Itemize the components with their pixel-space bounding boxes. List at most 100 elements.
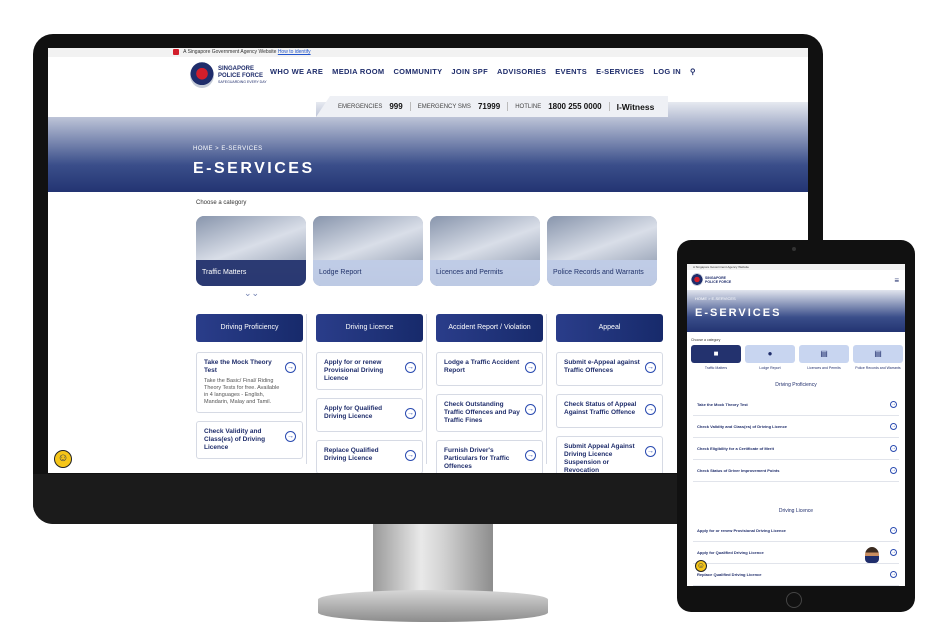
breadcrumb[interactable]: HOME > E-SERVICES <box>695 296 736 301</box>
service-item[interactable]: Check Outstanding Traffic Offences and P… <box>436 394 543 432</box>
chevron-down-icon: ⌄⌄ <box>244 288 260 298</box>
spf-logo[interactable]: SINGAPORE POLICE FORCE <box>691 273 731 286</box>
tab-driving-licence[interactable]: Driving Licence <box>316 314 423 342</box>
tablet-device: A Singapore Government Agency Website SI… <box>677 240 915 612</box>
tab-accident-report[interactable]: Accident Report / Violation <box>436 314 543 342</box>
category-police-records[interactable]: Police Records and Warrants <box>547 216 657 286</box>
service-item[interactable]: Submit e-Appeal against Traffic Offences… <box>556 352 663 386</box>
chatbot-smiley-icon[interactable]: ☺ <box>54 450 72 468</box>
lion-head-icon <box>173 48 179 55</box>
document-icon: ▤ <box>799 345 849 363</box>
arrow-right-icon: → <box>285 362 296 373</box>
page-title: E-SERVICES <box>193 160 315 177</box>
search-icon[interactable]: ⚲ <box>690 67 696 76</box>
nav-e-services[interactable]: E-SERVICES <box>596 67 644 76</box>
category-licences-permits[interactable]: ▤ Licences and Permits <box>799 345 849 370</box>
category-traffic-matters[interactable]: Traffic Matters <box>196 216 306 286</box>
service-item[interactable]: Check Status of Appeal Against Traffic O… <box>556 394 663 428</box>
category-lodge-report[interactable]: Lodge Report <box>313 216 423 286</box>
category-police-records[interactable]: ▤ Police Records and Warrants <box>853 345 903 370</box>
page-title: E-SERVICES <box>695 307 782 319</box>
arrow-right-icon: → <box>405 450 416 461</box>
spf-crest-icon <box>691 273 703 286</box>
tab-driving-proficiency[interactable]: Driving Proficiency <box>196 314 303 342</box>
tablet-screen: A Singapore Government Agency Website SI… <box>687 264 905 586</box>
arrow-right-icon: → <box>525 362 536 373</box>
section-driving-licence: Driving Licence <box>778 508 814 514</box>
arrow-right-icon: → <box>525 404 536 415</box>
hamburger-menu-icon[interactable]: ≡ <box>894 276 899 285</box>
arrow-right-icon: → <box>405 362 416 373</box>
service-item[interactable]: Check Validity and Class(es) of Driving … <box>196 421 303 459</box>
list-item[interactable]: Apply for or renew Provisional Driving L… <box>693 520 899 542</box>
service-item[interactable]: Apply for Qualified Driving Licence → <box>316 398 423 432</box>
breadcrumb[interactable]: HOME > E-SERVICES <box>193 146 263 152</box>
list-item[interactable]: Replace Qualified Driving Licence → <box>693 564 899 586</box>
chat-agent-avatar[interactable] <box>865 547 879 563</box>
nav-advisories[interactable]: ADVISORIES <box>497 67 546 76</box>
device-mockup-stage: A Singapore Government Agency Website Ho… <box>0 0 948 640</box>
arrow-right-icon: → <box>890 549 897 556</box>
column-accident-report: Accident Report / Violation Lodge a Traf… <box>436 314 543 473</box>
nav-media-room[interactable]: MEDIA ROOM <box>332 67 384 76</box>
nav-community[interactable]: COMMUNITY <box>393 67 442 76</box>
service-item[interactable]: Replace Qualified Driving Licence → <box>316 440 423 473</box>
arrow-right-icon: → <box>890 445 897 452</box>
tab-appeal[interactable]: Appeal <box>556 314 663 342</box>
nav-who-we-are[interactable]: WHO WE ARE <box>270 67 323 76</box>
sms-number[interactable]: 71999 <box>478 102 500 111</box>
category-lodge-report[interactable]: ● Lodge Report <box>745 345 795 370</box>
nav-events[interactable]: EVENTS <box>555 67 587 76</box>
service-columns: Driving Proficiency Take the Mock Theory… <box>196 314 663 473</box>
category-licences-permits[interactable]: Licences and Permits <box>430 216 540 286</box>
arrow-right-icon: → <box>405 408 416 419</box>
emergency-number[interactable]: 999 <box>389 102 402 111</box>
main-nav: WHO WE ARE MEDIA ROOM COMMUNITY JOIN SPF… <box>270 67 696 76</box>
list-item[interactable]: Check Eligibility for a Certificate of M… <box>693 438 899 460</box>
emergency-bar: EMERGENCIES 999 EMERGENCY SMS 71999 HOTL… <box>48 96 668 117</box>
list-item[interactable]: Check Validity and Class(es) of Driving … <box>693 416 899 438</box>
spf-logo[interactable]: SINGAPORE POLICE FORCE SAFEGUARDING EVER… <box>190 62 267 88</box>
section-driving-proficiency: Driving Proficiency <box>775 382 817 388</box>
choose-category-label: Choose a category <box>196 200 247 206</box>
column-appeal: Appeal Submit e-Appeal against Traffic O… <box>556 314 663 473</box>
arrow-right-icon: → <box>890 401 897 408</box>
service-item[interactable]: Submit Appeal Against Driving Licence Su… <box>556 436 663 473</box>
service-item[interactable]: Take the Mock Theory Test Take the Basic/… <box>196 352 303 413</box>
arrow-right-icon: → <box>890 571 897 578</box>
arrow-right-icon: → <box>645 446 656 457</box>
service-item[interactable]: Lodge a Traffic Accident Report → <box>436 352 543 386</box>
arrow-right-icon: → <box>525 450 536 461</box>
nav-join-spf[interactable]: JOIN SPF <box>451 67 488 76</box>
monitor-stand <box>373 524 493 594</box>
category-tabs: ■ Traffic Matters ● Lodge Report ▤ Licences… <box>691 345 905 370</box>
column-driving-proficiency: Driving Proficiency Take the Mock Theory… <box>196 314 303 473</box>
spf-crest-icon <box>190 62 214 88</box>
arrow-right-icon: → <box>645 404 656 415</box>
arrow-right-icon: → <box>890 423 897 430</box>
file-icon: ▤ <box>853 345 903 363</box>
column-driving-licence: Driving Licence Apply for or renew Provi… <box>316 314 423 473</box>
arrow-right-icon: → <box>285 431 296 442</box>
category-cards: Traffic Matters Lodge Report Licences an… <box>196 216 657 286</box>
arrow-right-icon: → <box>645 362 656 373</box>
chatbot-smiley-icon[interactable]: ☺ <box>695 560 707 572</box>
page-hero: HOME > E-SERVICES E-SERVICES <box>687 290 905 332</box>
how-to-identify-link[interactable]: How to identify <box>278 49 311 55</box>
list-item[interactable]: Take the Mock Theory Test → <box>693 394 899 416</box>
home-button[interactable] <box>786 592 802 608</box>
monitor-base <box>318 590 548 622</box>
category-traffic-matters[interactable]: ■ Traffic Matters <box>691 345 741 370</box>
arrow-right-icon: → <box>890 467 897 474</box>
list-item[interactable]: Check Status of Driver Improvement Point… <box>693 460 899 482</box>
arrow-right-icon: → <box>890 527 897 534</box>
service-item[interactable]: Apply for or renew Provisional Driving L… <box>316 352 423 390</box>
iwitness-link[interactable]: I-Witness <box>617 102 655 112</box>
nav-log-in[interactable]: LOG IN <box>653 67 681 76</box>
hotline-number[interactable]: 1800 255 0000 <box>548 102 601 111</box>
officer-icon: ● <box>745 345 795 363</box>
gov-agency-bar: A Singapore Government Agency Website Ho… <box>48 48 808 57</box>
camera-icon <box>792 247 796 251</box>
service-item[interactable]: Furnish Driver's Particulars for Traffic… <box>436 440 543 473</box>
tablet-header: SINGAPORE POLICE FORCE ≡ <box>687 270 905 290</box>
